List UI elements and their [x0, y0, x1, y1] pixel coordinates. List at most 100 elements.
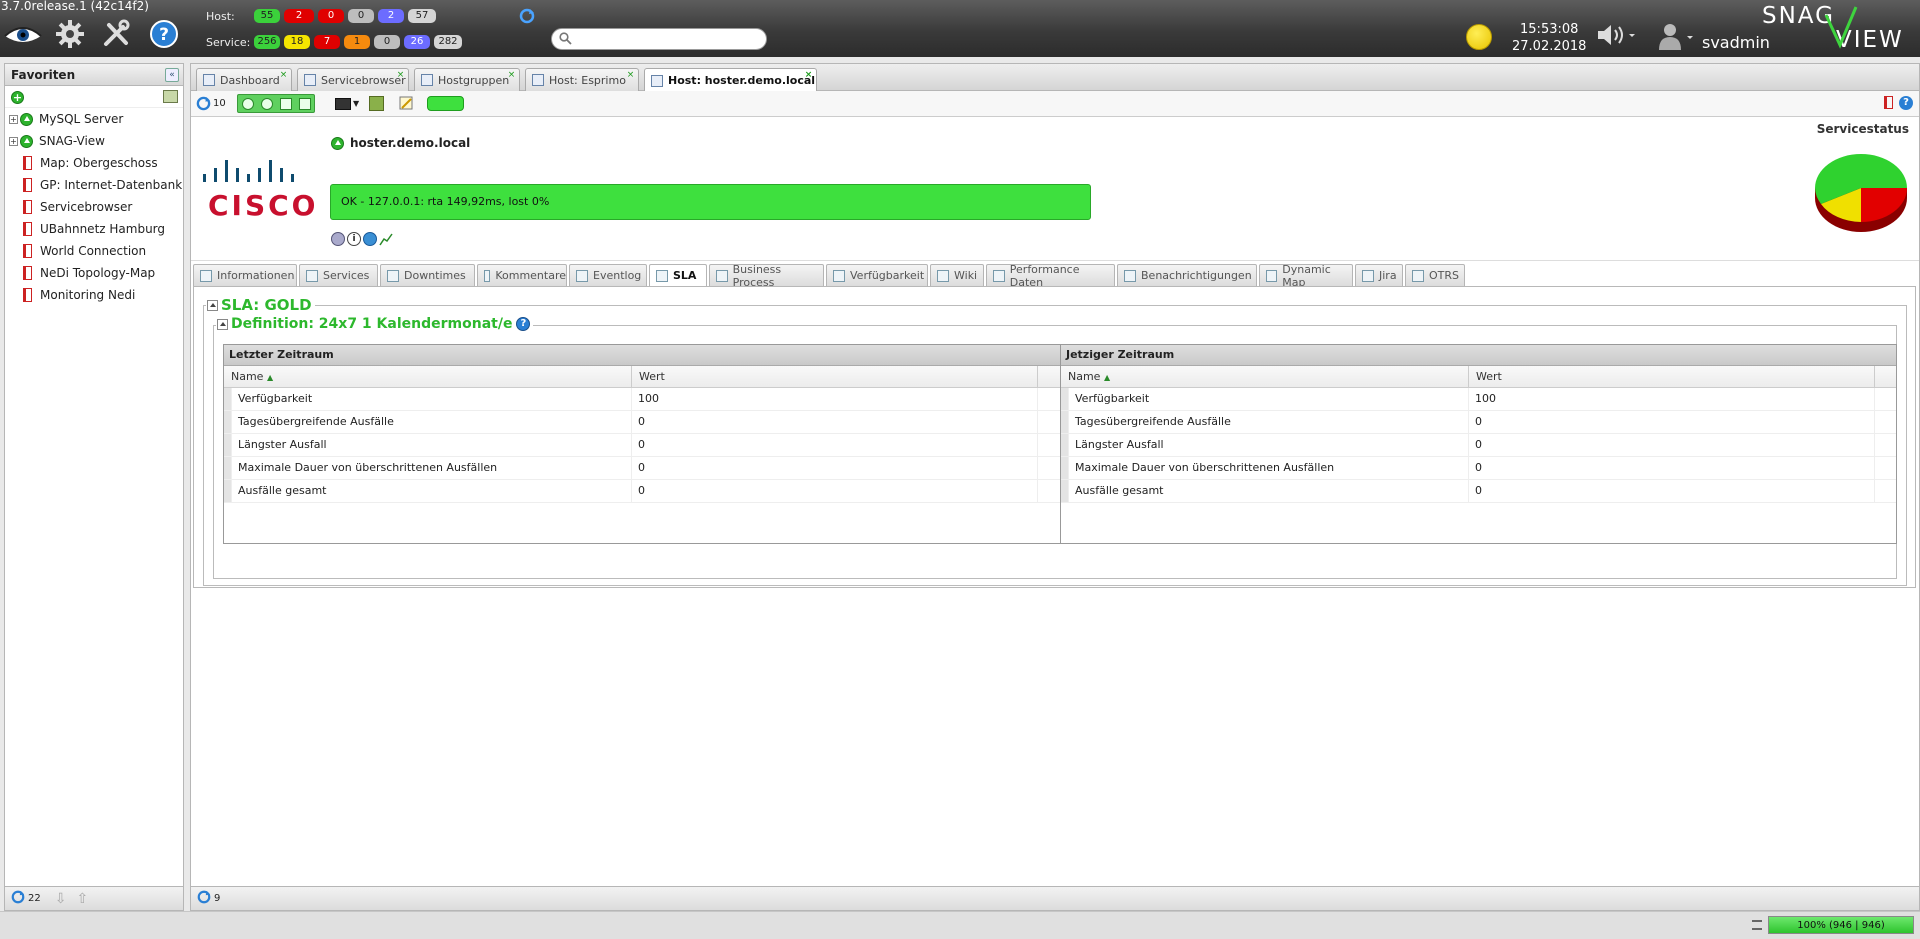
gears-icon[interactable]: [331, 232, 345, 246]
user-icon[interactable]: [1656, 22, 1696, 53]
speaker-icon[interactable]: [1596, 22, 1636, 51]
subtab[interactable]: Wiki: [930, 264, 984, 287]
host-name[interactable]: hoster.demo.local: [350, 136, 470, 150]
service-count-badge[interactable]: 256: [254, 35, 280, 49]
expand-icon[interactable]: +: [9, 136, 18, 146]
favorite-item[interactable]: Monitoring Nedi: [5, 284, 183, 306]
close-icon[interactable]: ×: [804, 71, 813, 80]
table-row[interactable]: Maximale Dauer von überschrittenen Ausfä…: [224, 457, 1060, 480]
table-row[interactable]: Tagesübergreifende Ausfälle 0: [224, 411, 1060, 434]
favorite-item[interactable]: Map: Obergeschoss: [5, 152, 183, 174]
subtab[interactable]: SLA: [649, 264, 707, 287]
expand-icon[interactable]: +: [9, 114, 18, 124]
host-count-badge[interactable]: 2: [284, 9, 314, 23]
host-count-badge[interactable]: 0: [348, 9, 374, 23]
sun-icon[interactable]: [1466, 24, 1492, 50]
table-row[interactable]: Maximale Dauer von überschrittenen Ausfä…: [1061, 457, 1896, 480]
arrow-up-icon[interactable]: ⇧: [76, 891, 88, 907]
archive-icon[interactable]: [163, 90, 178, 103]
service-count-badge[interactable]: 26: [404, 35, 430, 49]
favorite-item[interactable]: + MySQL Server: [5, 108, 183, 130]
subtab[interactable]: Verfügbarkeit: [826, 264, 928, 287]
table-row[interactable]: Verfügbarkeit 100: [1061, 388, 1896, 411]
help-icon[interactable]: ?: [516, 317, 531, 331]
service-count-badge[interactable]: 282: [434, 35, 462, 49]
service-count-badge[interactable]: 1: [344, 35, 370, 49]
table-row[interactable]: Ausfälle gesamt 0: [224, 480, 1060, 503]
close-icon[interactable]: ×: [279, 71, 288, 80]
edit-icon[interactable]: [399, 96, 414, 111]
search-input[interactable]: [551, 28, 767, 50]
favorite-item[interactable]: NeDi Topology-Map: [5, 262, 183, 284]
eye-icon[interactable]: [2, 14, 44, 54]
collapse-toggle-icon[interactable]: [207, 299, 218, 311]
favorite-item[interactable]: GP: Internet-Datenbank: [5, 174, 183, 196]
host-count-badge[interactable]: 57: [408, 9, 436, 23]
subtab[interactable]: Downtimes: [380, 264, 475, 287]
service-count-badge[interactable]: 0: [374, 35, 400, 49]
table-row[interactable]: Längster Ausfall 0: [1061, 434, 1896, 457]
subtab[interactable]: Benachrichtigungen: [1117, 264, 1257, 287]
tab[interactable]: Host: hoster.demo.local ×: [644, 68, 817, 92]
gear-icon[interactable]: [52, 14, 88, 54]
close-icon[interactable]: ×: [507, 71, 516, 80]
close-icon[interactable]: ×: [626, 71, 635, 80]
notify-icon[interactable]: [280, 98, 292, 110]
bookmark-icon[interactable]: [1884, 96, 1893, 109]
subtab[interactable]: Eventlog: [569, 264, 647, 287]
refresh-icon[interactable]: [519, 8, 535, 24]
subtab[interactable]: Performance Daten: [986, 263, 1115, 289]
column-header-name[interactable]: Name ▲: [1061, 366, 1469, 387]
servicestatus-pie-chart[interactable]: [1813, 146, 1909, 239]
table-row[interactable]: Tagesübergreifende Ausfälle 0: [1061, 411, 1896, 434]
column-header-name[interactable]: Name ▲: [224, 366, 632, 387]
close-icon[interactable]: ×: [396, 71, 405, 80]
globe-icon[interactable]: [363, 232, 377, 246]
column-header-value[interactable]: Wert: [1469, 366, 1875, 387]
help-icon[interactable]: ?: [148, 14, 180, 54]
collapse-icon[interactable]: «: [165, 68, 179, 82]
table-row[interactable]: Verfügbarkeit 100: [224, 388, 1060, 411]
favorite-item[interactable]: World Connection: [5, 240, 183, 262]
refresh-icon[interactable]: [11, 890, 25, 907]
menu-icon[interactable]: [1752, 920, 1762, 930]
subtab[interactable]: Informationen: [193, 264, 297, 287]
reschedule-icon[interactable]: [299, 98, 311, 110]
host-count-badge[interactable]: 55: [254, 9, 280, 23]
network-icon[interactable]: [369, 96, 384, 111]
console-icon[interactable]: [335, 98, 351, 110]
arrow-down-icon[interactable]: ⇩: [55, 891, 67, 907]
subtab[interactable]: Services: [299, 264, 378, 287]
tab[interactable]: Host: Esprimo ×: [525, 68, 639, 91]
ack-services-icon[interactable]: [261, 98, 273, 110]
favorite-item[interactable]: Servicebrowser: [5, 196, 183, 218]
service-count-badge[interactable]: 7: [314, 35, 340, 49]
refresh-icon[interactable]: [196, 96, 211, 112]
collapse-toggle-icon[interactable]: [217, 318, 228, 330]
host-count-badge[interactable]: 2: [378, 9, 404, 23]
subtab[interactable]: Jira: [1355, 264, 1403, 287]
table-row[interactable]: Längster Ausfall 0: [224, 434, 1060, 457]
host-count-badge[interactable]: 0: [318, 9, 344, 23]
ack-host-icon[interactable]: [242, 98, 254, 110]
add-favorite-icon[interactable]: +: [11, 91, 24, 104]
acknowledge-button-group[interactable]: [237, 94, 315, 113]
refresh-icon[interactable]: [197, 890, 211, 907]
subtab[interactable]: Business Process: [709, 263, 824, 289]
info-icon[interactable]: i: [347, 232, 361, 246]
tools-icon[interactable]: [98, 14, 134, 54]
column-header-value[interactable]: Wert: [632, 366, 1038, 387]
subtab[interactable]: OTRS: [1405, 264, 1465, 287]
service-count-badge[interactable]: 18: [284, 35, 310, 49]
chevron-down-icon[interactable]: ▼: [353, 99, 359, 115]
tab[interactable]: Hostgruppen ×: [414, 68, 520, 91]
favorite-item[interactable]: UBahnnetz Hamburg: [5, 218, 183, 240]
tab[interactable]: Dashboard ×: [196, 68, 292, 91]
help-icon[interactable]: ?: [1899, 96, 1913, 110]
favorite-item[interactable]: + SNAG-View: [5, 130, 183, 152]
subtab[interactable]: Kommentare: [477, 264, 567, 287]
graph-icon[interactable]: [379, 232, 393, 246]
table-row[interactable]: Ausfälle gesamt 0: [1061, 480, 1896, 503]
subtab[interactable]: Dynamic Map: [1259, 263, 1353, 289]
tab[interactable]: Servicebrowser ×: [297, 68, 409, 91]
